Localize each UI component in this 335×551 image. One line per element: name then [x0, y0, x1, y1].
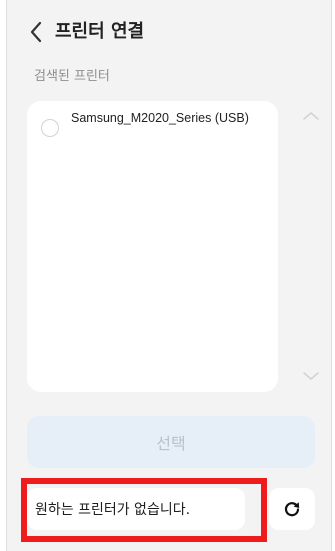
select-button-label: 선택: [156, 434, 186, 453]
radio-button[interactable]: [41, 119, 59, 137]
chevron-left-icon: [30, 21, 42, 43]
printer-name: Samsung_M2020_Series (USB): [71, 111, 249, 125]
back-button[interactable]: [23, 18, 49, 46]
chevron-up-icon: [303, 112, 319, 120]
select-button[interactable]: 선택: [27, 416, 315, 468]
scroll-down-button[interactable]: [299, 366, 323, 386]
printer-list: Samsung_M2020_Series (USB): [27, 101, 278, 392]
scroll-up-button[interactable]: [299, 106, 323, 126]
section-label: 검색된 프린터: [34, 69, 110, 84]
no-printer-button[interactable]: 원하는 프린터가 없습니다.: [27, 488, 245, 530]
refresh-button[interactable]: [269, 488, 315, 530]
printer-list-item[interactable]: Samsung_M2020_Series (USB): [37, 111, 267, 149]
chevron-down-icon: [303, 372, 319, 380]
phone-screen: 프린터 연결 검색된 프린터 Samsung_M2020_Series (USB…: [6, 0, 332, 551]
header: 프린터 연결: [7, 14, 331, 50]
page-title: 프린터 연결: [55, 21, 145, 42]
no-printer-button-label: 원하는 프린터가 없습니다.: [35, 502, 191, 518]
refresh-icon: [284, 502, 300, 517]
